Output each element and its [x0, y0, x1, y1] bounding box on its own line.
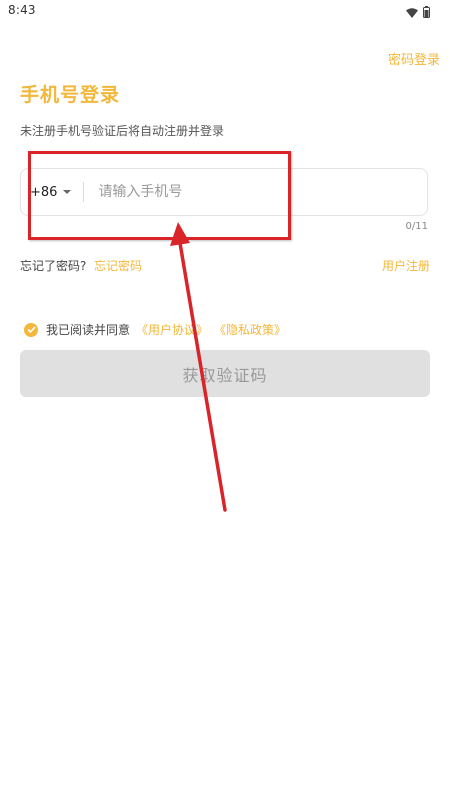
page-title: 手机号登录 — [20, 84, 121, 106]
forgot-password-link[interactable]: 忘记密码 — [94, 257, 142, 274]
annotation-arrow — [170, 222, 227, 512]
check-circle-icon[interactable] — [24, 322, 38, 337]
get-code-button[interactable]: 获取验证码 — [20, 350, 430, 397]
agreement-row: 我已阅读并同意 《用户协议》 《隐私政策》 — [24, 321, 286, 338]
char-counter: 0/11 — [405, 221, 428, 232]
agreement-text: 我已阅读并同意 — [46, 323, 131, 337]
annotation-highlight-box — [28, 151, 291, 240]
status-time: 8:43 — [8, 3, 36, 17]
battery-icon — [423, 3, 430, 22]
wifi-icon — [406, 3, 418, 22]
page-subtitle: 未注册手机号验证后将自动注册并登录 — [20, 124, 225, 138]
user-agreement-link[interactable]: 《用户协议》 — [136, 321, 208, 338]
forgot-password-prompt: 忘记了密码? — [20, 259, 87, 273]
status-icons — [406, 3, 430, 22]
login-screen: 8:43 密码登录 手机号登录 未注册手机号验证后将自动注册并登录 +86 0/… — [0, 0, 450, 800]
register-link[interactable]: 用户注册 — [382, 257, 430, 274]
password-login-link[interactable]: 密码登录 — [388, 49, 440, 68]
privacy-policy-link[interactable]: 《隐私政策》 — [214, 321, 286, 338]
